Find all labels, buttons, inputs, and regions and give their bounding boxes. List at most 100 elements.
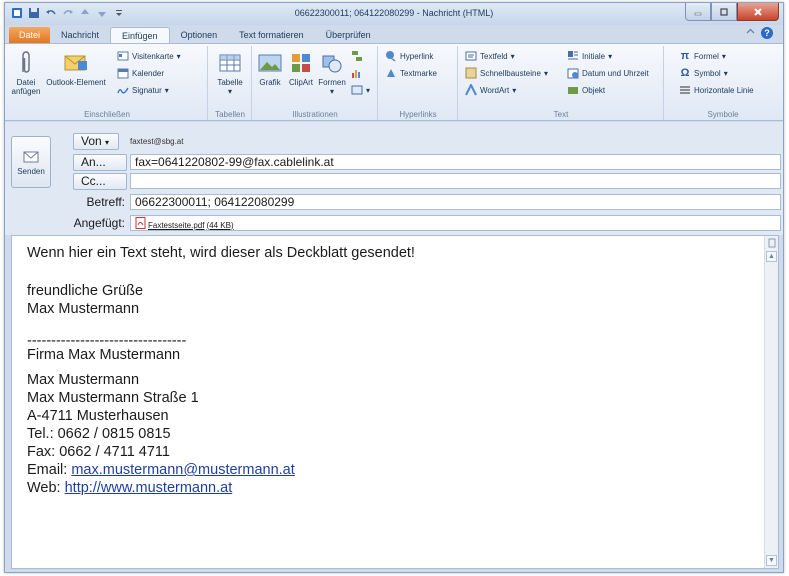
signature-city: A-4711 Musterhausen <box>27 408 169 424</box>
tab-text-formatieren[interactable]: Text formatieren <box>228 27 315 43</box>
signature-web-line: Web: http://www.mustermann.at <box>27 480 233 496</box>
quick-parts-icon <box>465 67 477 79</box>
group-text: Textfeld ▾ Schnellbausteine ▾ WordArt ▾ … <box>459 46 664 120</box>
kalender-button[interactable]: Kalender <box>117 67 164 79</box>
diagramm-button[interactable] <box>351 67 363 79</box>
send-button[interactable]: Senden <box>11 136 51 188</box>
an-button[interactable]: An... <box>73 154 127 171</box>
group-illustrationen: Grafik ClipArt Formen ▾ ▾ Illustrationen <box>253 46 378 120</box>
body-content: Wenn hier ein Text steht, wird dieser al… <box>27 244 415 497</box>
body-greeting: freundliche Grüße <box>27 283 144 299</box>
minimize-button[interactable] <box>685 3 711 21</box>
attachment-field: Faxtestseite.pdf (44 KB) <box>130 215 781 231</box>
help-icon[interactable]: ? <box>761 27 773 39</box>
dropdown-arrow-icon: ▾ <box>164 85 169 95</box>
outlook-element-button[interactable]: Outlook-Element <box>45 50 107 87</box>
object-icon <box>567 84 579 96</box>
schnellbausteine-button[interactable]: Schnellbausteine ▾ <box>465 67 548 79</box>
bookmark-icon <box>385 67 397 79</box>
attachment-size: (44 KB) <box>206 220 234 230</box>
business-card-icon <box>117 50 129 62</box>
symbol-button[interactable]: Ω Symbol ▾ <box>679 67 728 79</box>
dropdown-arrow-icon: ▾ <box>510 51 515 61</box>
cc-button[interactable]: Cc... <box>73 173 127 190</box>
an-field[interactable]: fax=0641220802-99@fax.cablelink.at <box>130 154 781 170</box>
minimize-ribbon-icon[interactable] <box>746 27 755 39</box>
datum-uhrzeit-button[interactable]: Datum und Uhrzeit <box>567 67 649 79</box>
textbox-icon <box>465 50 477 62</box>
close-button[interactable] <box>737 3 779 21</box>
dropdown-arrow-icon: ▾ <box>366 85 371 95</box>
clipart-button[interactable]: ClipArt <box>286 50 316 87</box>
dropdown-arrow-icon: ▾ <box>723 68 728 78</box>
group-tabellen: Tabelle ▾ Tabellen <box>209 46 252 120</box>
scroll-up-button[interactable]: ▲ <box>766 251 777 262</box>
scroll-down-button[interactable]: ▼ <box>766 555 777 566</box>
group-symbole: π Formel ▾ Ω Symbol ▾ Horizontale Linie … <box>679 50 754 119</box>
von-button[interactable]: Von ▾ <box>73 133 119 150</box>
tabelle-button[interactable]: Tabelle ▾ <box>215 50 245 96</box>
tab-nachricht[interactable]: Nachricht <box>50 27 110 43</box>
maximize-button[interactable] <box>711 3 737 21</box>
formel-button[interactable]: π Formel ▾ <box>679 50 726 62</box>
visitenkarte-button[interactable]: Visitenkarte ▾ <box>117 50 181 62</box>
pi-icon: π <box>680 50 690 62</box>
attachment-name: Faxtestseite.pdf <box>148 220 205 230</box>
shapes-icon <box>319 50 345 76</box>
clipart-icon <box>288 50 314 76</box>
screenshot-button[interactable]: ▾ <box>351 84 370 96</box>
message-body[interactable]: Wenn hier ein Text steht, wird dieser al… <box>11 235 779 569</box>
dropdown-arrow-icon: ▾ <box>105 138 110 147</box>
hyperlink-button[interactable]: Hyperlink <box>385 50 433 62</box>
web-link[interactable]: http://www.mustermann.at <box>65 480 233 496</box>
ruler-toggle-icon[interactable] <box>766 238 777 249</box>
smartart-button[interactable] <box>351 50 363 62</box>
tab-ueberpruefen[interactable]: Überprüfen <box>315 27 382 43</box>
chart-icon <box>351 67 363 79</box>
ribbon-tabs: Datei Nachricht Einfügen Optionen Text f… <box>5 25 783 43</box>
vertical-scrollbar[interactable]: ▲ ▼ <box>764 236 778 568</box>
datei-anfuegen-button[interactable]: Datei anfügen <box>11 50 41 96</box>
title-bar: 06622300011; 064122080299 - Nachricht (H… <box>5 3 783 25</box>
tab-optionen[interactable]: Optionen <box>170 27 229 43</box>
tab-einfuegen[interactable]: Einfügen <box>110 27 170 43</box>
calendar-icon <box>117 67 129 79</box>
wordart-button[interactable]: WordArt ▾ <box>465 84 516 96</box>
group-einschliessen: Datei anfügen Outlook-Element Visitenkar… <box>7 46 208 120</box>
tab-datei[interactable]: Datei <box>9 27 51 43</box>
signature-street: Max Mustermann Straße 1 <box>27 390 199 406</box>
picture-icon <box>257 50 283 76</box>
signatur-button[interactable]: Signatur ▾ <box>117 84 169 96</box>
betreff-label: Betreff: <box>86 195 125 209</box>
signature-fax: Fax: 0662 / 4711 4711 <box>27 444 170 460</box>
omega-icon: Ω <box>680 67 690 79</box>
textmarke-button[interactable]: Textmarke <box>385 67 437 79</box>
help-area: ? <box>746 27 773 39</box>
dropdown-arrow-icon: ▾ <box>176 51 181 61</box>
initiale-button[interactable]: Initiale ▾ <box>567 50 612 62</box>
dropdown-arrow-icon: ▾ <box>543 68 548 78</box>
screenshot-icon <box>351 84 363 96</box>
pdf-icon <box>135 217 146 230</box>
horizontal-line-icon <box>679 84 691 96</box>
signature-icon <box>117 84 129 96</box>
signature-name: Max Mustermann <box>27 372 140 388</box>
formen-button[interactable]: Formen ▾ <box>317 50 347 96</box>
signature-separator: --------------------------------- <box>27 333 187 349</box>
email-link[interactable]: max.mustermann@mustermann.at <box>71 462 294 478</box>
attachment-item[interactable]: Faxtestseite.pdf (44 KB) <box>135 217 780 230</box>
grafik-button[interactable]: Grafik <box>257 50 283 87</box>
betreff-field[interactable]: 06622300011; 064122080299 <box>130 194 781 210</box>
objekt-button[interactable]: Objekt <box>567 84 605 96</box>
message-window: 06622300011; 064122080299 - Nachricht (H… <box>4 2 784 573</box>
horizontale-linie-button[interactable]: Horizontale Linie <box>679 84 754 96</box>
dropdown-arrow-icon: ▾ <box>721 51 726 61</box>
cc-field[interactable] <box>130 173 781 189</box>
body-name: Max Mustermann <box>27 301 140 317</box>
textfeld-button[interactable]: Textfeld ▾ <box>465 50 515 62</box>
message-header: Senden Von ▾ faxtest@sbg.at An... fax=06… <box>5 122 783 235</box>
drop-cap-icon <box>567 50 579 62</box>
dropdown-arrow-icon: ▾ <box>512 85 517 95</box>
dropdown-arrow-icon: ▾ <box>227 87 232 96</box>
ribbon: Datei anfügen Outlook-Element Visitenkar… <box>5 43 783 121</box>
